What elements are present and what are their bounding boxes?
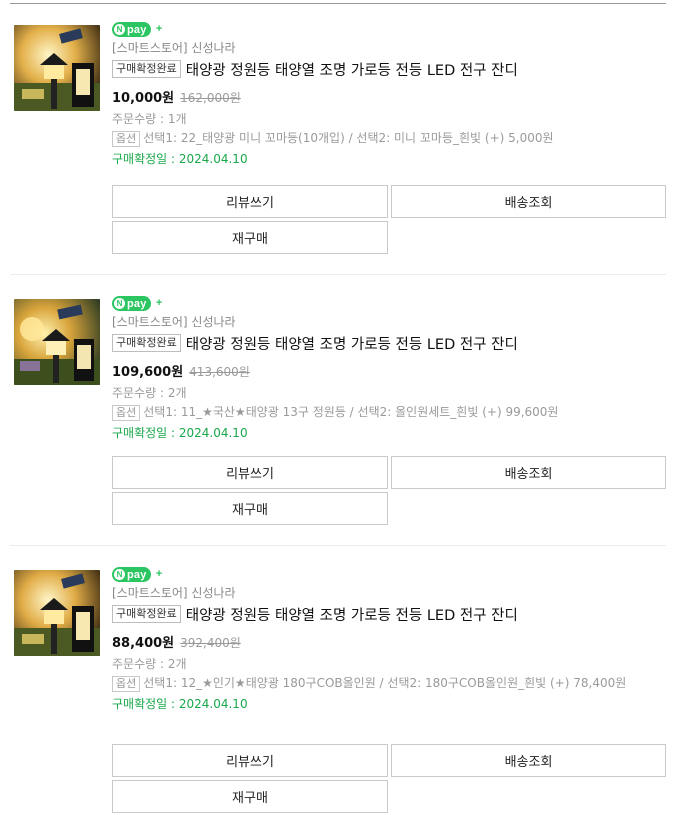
npay-badge: N pay +	[112, 296, 668, 311]
rebuy-button[interactable]: 재구매	[112, 780, 388, 813]
product-thumbnail[interactable]	[14, 25, 100, 111]
option-text: 선택1: 22_태양광 미니 꼬마등(10개입) / 선택2: 미니 꼬마등_흰…	[143, 131, 554, 145]
shipping-track-button[interactable]: 배송조회	[391, 185, 666, 218]
original-price: 413,600원	[189, 365, 250, 379]
npay-badge: N pay +	[112, 22, 668, 37]
price: 88,400원	[112, 636, 175, 651]
confirm-date: 구매확정일 : 2024.04.10	[112, 426, 248, 440]
product-title[interactable]: 태양광 정원등 태양열 조명 가로등 전등 LED 전구 잔디	[186, 333, 518, 354]
option-badge: 옵션	[112, 676, 141, 692]
shipping-track-button[interactable]: 배송조회	[391, 456, 666, 489]
order-quantity: 주문수량 : 2개	[112, 386, 187, 400]
option-row: 옵션 선택1: 12_★인기★태양광 180구COB올인원 / 선택2: 180구…	[112, 675, 668, 692]
order-quantity: 주문수량 : 2개	[112, 657, 187, 671]
option-text: 선택1: 11_★국산★태양광 13구 정원등 / 선택2: 올인원세트_흰빛 …	[143, 405, 559, 419]
product-title[interactable]: 태양광 정원등 태양열 조명 가로등 전등 LED 전구 잔디	[186, 604, 518, 625]
option-badge: 옵션	[112, 131, 141, 147]
option-row: 옵션 선택1: 22_태양광 미니 꼬마등(10개입) / 선택2: 미니 꼬마등…	[112, 130, 668, 147]
store-name[interactable]: [스마트스토어] 신성나라	[112, 315, 668, 330]
review-button[interactable]: 리뷰쓰기	[112, 744, 388, 777]
status-badge: 구매확정완료	[112, 605, 181, 623]
plus-icon: +	[153, 298, 165, 309]
status-badge: 구매확정완료	[112, 60, 181, 78]
confirm-date: 구매확정일 : 2024.04.10	[112, 152, 248, 166]
npay-logo-icon: N	[114, 24, 125, 35]
option-row: 옵션 선택1: 11_★국산★태양광 13구 정원등 / 선택2: 올인원세트_흰…	[112, 404, 668, 421]
confirm-date: 구매확정일 : 2024.04.10	[112, 697, 248, 711]
original-price: 162,000원	[180, 91, 241, 105]
solar-garden-light-image	[14, 25, 100, 111]
plus-icon: +	[153, 24, 165, 35]
npay-logo-icon: N	[114, 298, 125, 309]
price: 109,600원	[112, 365, 184, 380]
review-button[interactable]: 리뷰쓰기	[112, 185, 388, 218]
rebuy-button[interactable]: 재구매	[112, 492, 388, 525]
product-title[interactable]: 태양광 정원등 태양열 조명 가로등 전등 LED 전구 잔디	[186, 59, 518, 80]
shipping-track-button[interactable]: 배송조회	[391, 744, 666, 777]
solar-garden-light-image	[14, 570, 100, 656]
plus-icon: +	[153, 569, 165, 580]
store-name[interactable]: [스마트스토어] 신성나라	[112, 586, 668, 601]
price: 10,000원	[112, 91, 175, 106]
npay-badge: N pay +	[112, 567, 668, 582]
option-text: 선택1: 12_★인기★태양광 180구COB올인원 / 선택2: 180구CO…	[143, 676, 627, 690]
option-badge: 옵션	[112, 405, 141, 421]
order-quantity: 주문수량 : 1개	[112, 112, 187, 126]
top-divider	[10, 3, 666, 4]
rebuy-button[interactable]: 재구매	[112, 221, 388, 254]
solar-garden-light-image	[14, 299, 100, 385]
order-divider	[10, 545, 666, 546]
order-divider	[10, 274, 666, 275]
npay-logo-icon: N	[114, 569, 125, 580]
original-price: 392,400원	[180, 636, 241, 650]
status-badge: 구매확정완료	[112, 334, 181, 352]
product-thumbnail[interactable]	[14, 299, 100, 385]
review-button[interactable]: 리뷰쓰기	[112, 456, 388, 489]
store-name[interactable]: [스마트스토어] 신성나라	[112, 41, 668, 56]
product-thumbnail[interactable]	[14, 570, 100, 656]
